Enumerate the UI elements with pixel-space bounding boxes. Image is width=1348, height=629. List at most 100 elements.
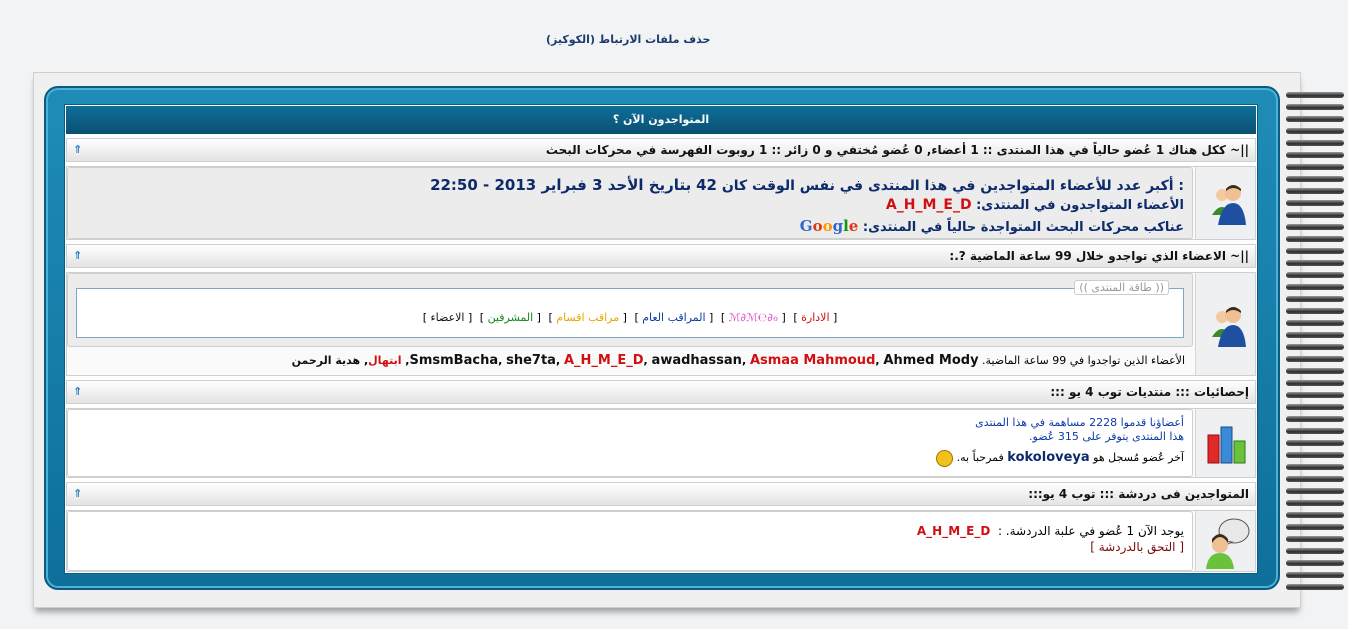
binder-ring	[1286, 272, 1344, 278]
group-legend-item[interactable]: [ المراقب العام ]	[634, 311, 713, 324]
binder-ring	[1286, 188, 1344, 194]
group-legend-label: مراقب اقسام	[556, 311, 620, 324]
group-legend-label: المراقب العام	[642, 311, 706, 324]
legend-cell: (( طاقة المنتدى )) [ الادارة ] [ ℳ∂ℳ℮∂ℴ …	[67, 273, 1193, 347]
binder-ring	[1286, 236, 1344, 242]
newest-member-line: آخر عُضو مُسجل هو kokoloveya فمرحباً به.	[76, 446, 1184, 470]
binder-ring	[1286, 416, 1344, 422]
member-separator: ,	[360, 354, 369, 367]
panel-title: المتواجدون الآن ؟	[66, 106, 1256, 134]
binder-ring	[1286, 140, 1344, 146]
scroll-up-icon[interactable]: ⇑	[73, 143, 85, 157]
recent-member-link[interactable]: awadhassan	[652, 353, 742, 368]
section-online-header-text: ||~ ككل هناك 1 عُضو حالياً في هذا المنتد…	[545, 143, 1249, 157]
binder-ring	[1286, 344, 1344, 350]
group-legend-item[interactable]: [ الاعضاء ]	[423, 311, 473, 324]
section-stats-header-text: إحصائيات ::: منتديات توب 4 يو :::	[1050, 385, 1249, 399]
binder-ring	[1286, 92, 1344, 98]
online-user-link[interactable]: A_H_M_E_D	[886, 197, 972, 213]
binder-ring	[1286, 584, 1344, 590]
record-line: : أكبر عدد للأعضاء المتواجدين في هذا الم…	[76, 176, 1184, 195]
section-chat-header: المتواجدين فى دردشة ::: توب 4 يو::: ⇑	[66, 482, 1256, 506]
binder-ring	[1286, 356, 1344, 362]
binder-ring	[1286, 488, 1344, 494]
group-legend-label: الاعضاء	[430, 311, 465, 324]
recent-member-link[interactable]: A_H_M_E_D	[564, 353, 644, 368]
binder-ring	[1286, 536, 1344, 542]
chat-icon	[1206, 518, 1250, 569]
bar-chart-icon	[1207, 426, 1246, 464]
recent-members-line: الأعضاء الذين تواجدوا في 99 ساعة الماضية…	[75, 353, 1185, 368]
members-count-line: هذا المنتدى يتوفر على 315 عُضو.	[1029, 430, 1184, 443]
record-date: بتاريخ الأحد 3 فبراير 2013 - 22:50	[430, 176, 692, 194]
recent-member-link[interactable]: Ahmed Mody	[883, 353, 978, 368]
binder-ring	[1286, 128, 1344, 134]
binder-ring	[1286, 320, 1344, 326]
group-legend-item[interactable]: [ مراقب اقسام ]	[548, 311, 626, 324]
scroll-up-icon[interactable]: ⇑	[73, 385, 85, 399]
member-separator: ,	[498, 354, 507, 367]
binder-ring	[1286, 476, 1344, 482]
record-prefix: : أكبر عدد للأعضاء المتواجدين في هذا الم…	[721, 178, 1184, 194]
binder-ring	[1286, 260, 1344, 266]
chat-user-link[interactable]: A_H_M_E_D	[917, 524, 990, 538]
recent-member-link[interactable]: SmsmBacha	[409, 353, 498, 368]
recent-member-link[interactable]: ابتهال	[368, 354, 401, 367]
section-online-header: ||~ ككل هناك 1 عُضو حالياً في هذا المنتد…	[66, 138, 1256, 162]
group-legend: [ الادارة ] [ ℳ∂ℳ℮∂ℴ ] [ المراقب العام ]…	[77, 311, 1183, 324]
member-separator: ,	[555, 354, 564, 367]
binder-ring	[1286, 464, 1344, 470]
group-legend-item[interactable]: [ الادارة ]	[793, 311, 837, 324]
binder-ring	[1286, 332, 1344, 338]
binder-ring	[1286, 116, 1344, 122]
online-members-line: الأعضاء المتواجدون في المنتدى: A_H_M_E_D	[76, 195, 1184, 216]
online-row: : أكبر عدد للأعضاء المتواجدين في هذا الم…	[66, 166, 1256, 240]
group-legend-label: الادارة	[801, 311, 830, 324]
binder-ring	[1286, 212, 1344, 218]
group-legend-item[interactable]: [ ℳ∂ℳ℮∂ℴ ]	[721, 311, 786, 324]
posts-line: أعضاؤنا قدموا 2228 مساهمة في هذا المنتدى	[975, 416, 1184, 429]
binder-ring	[1286, 176, 1344, 182]
binder-ring	[1286, 380, 1344, 386]
chat-content: يوجد الآن 1 عُضو في علبة الدردشة. : A_H_…	[67, 511, 1193, 571]
recent-row: (( طاقة المنتدى )) [ الادارة ] [ ℳ∂ℳ℮∂ℴ …	[66, 272, 1256, 376]
binder-ring	[1286, 392, 1344, 398]
binder-ring	[1286, 200, 1344, 206]
member-separator: ,	[741, 354, 750, 367]
binder-ring	[1286, 452, 1344, 458]
binder-ring	[1286, 572, 1344, 578]
legend-title: (( طاقة المنتدى ))	[1074, 280, 1169, 295]
section-stats-header: إحصائيات ::: منتديات توب 4 يو ::: ⇑	[66, 380, 1256, 404]
record-count: 42	[696, 176, 717, 194]
newest-suffix: فمرحباً به.	[956, 451, 1004, 464]
group-legend-label: ℳ∂ℳ℮∂ℴ	[728, 311, 779, 324]
bots-label: عناكب محركات البحث المتواجدة حالياً في ا…	[862, 220, 1184, 235]
binder-ring	[1286, 152, 1344, 158]
online-content: : أكبر عدد للأعضاء المتواجدين في هذا الم…	[67, 167, 1193, 239]
chat-row: يوجد الآن 1 عُضو في علبة الدردشة. : A_H_…	[66, 510, 1256, 572]
delete-cookies-link[interactable]: حذف ملفات الارتباط (الكوكيز)	[546, 33, 710, 46]
bots-line: عناكب محركات البحث المتواجدة حالياً في ا…	[76, 216, 1184, 238]
recent-member-link[interactable]: she7ta	[506, 353, 556, 368]
newest-member-link[interactable]: kokoloveya	[1007, 450, 1089, 465]
recent-members-label: الأعضاء الذين تواجدوا في 99 ساعة الماضية…	[978, 354, 1185, 367]
binder-ring	[1286, 512, 1344, 518]
recent-member-link[interactable]: هدية الرحمن	[292, 354, 361, 367]
join-chat-link[interactable]: [ التحق بالدردشة ]	[76, 540, 1184, 554]
section-chat-header-text: المتواجدين فى دردشة ::: توب 4 يو:::	[1028, 487, 1249, 501]
scroll-up-icon[interactable]: ⇑	[73, 249, 85, 263]
binder-ring	[1286, 560, 1344, 566]
binder-ring	[1286, 308, 1344, 314]
group-legend-item[interactable]: [ المشرفين ]	[480, 311, 541, 324]
chat-prefix: يوجد الآن 1 عُضو في علبة الدردشة. :	[997, 524, 1184, 538]
users-icon	[1212, 307, 1246, 347]
stats-row: أعضاؤنا قدموا 2228 مساهمة في هذا المنتدى…	[66, 408, 1256, 478]
scroll-up-icon[interactable]: ⇑	[73, 487, 85, 501]
member-separator: ,	[643, 354, 652, 367]
recent-member-link[interactable]: Asmaa Mahmoud	[750, 353, 875, 368]
binder-ring	[1286, 524, 1344, 530]
recent-icon-cell	[1195, 273, 1255, 375]
smiley-icon	[936, 449, 954, 467]
google-bot-logo: Google	[799, 217, 859, 235]
binder-ring	[1286, 440, 1344, 446]
